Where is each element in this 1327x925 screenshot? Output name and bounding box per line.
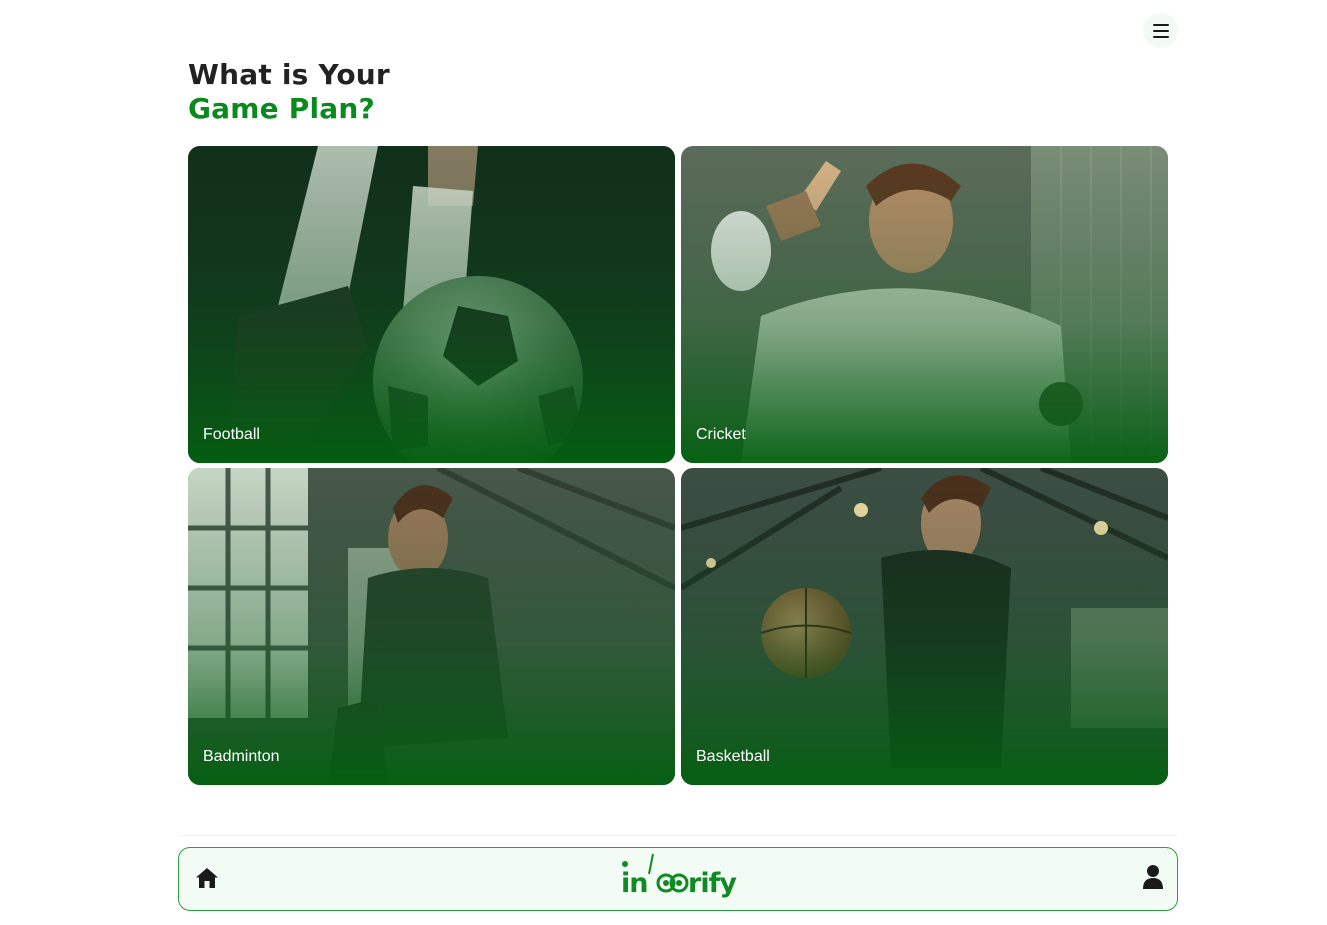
sport-card-badminton[interactable]: Badminton: [188, 468, 675, 785]
sport-card-football[interactable]: Football: [188, 146, 675, 463]
sport-card-basketball[interactable]: Basketball: [681, 468, 1168, 785]
page-title-line2: Game Plan?: [188, 92, 375, 125]
user-icon: [1143, 865, 1163, 889]
home-button[interactable]: [194, 865, 220, 891]
sport-card-label: Cricket: [696, 426, 746, 443]
profile-button[interactable]: [1142, 864, 1164, 890]
svg-text:rify: rify: [688, 868, 737, 899]
indoorify-logo-mark: in rify: [621, 853, 738, 899]
bottom-nav-divider: [178, 835, 1178, 836]
sport-card-label: Basketball: [696, 748, 770, 765]
basketball-image: [681, 468, 1168, 785]
bottom-nav: in rify: [178, 847, 1178, 911]
menu-button[interactable]: [1143, 13, 1178, 48]
sports-grid: Football Cricket Badminton Basketball: [188, 146, 1168, 785]
indoorify-logo[interactable]: in rify: [619, 852, 743, 902]
sport-card-label: Badminton: [203, 748, 280, 765]
badminton-image: [188, 468, 675, 785]
page-title-line1: What is Your: [188, 58, 390, 91]
hamburger-menu-icon: [1152, 23, 1169, 38]
cricket-image: [681, 146, 1168, 463]
sport-card-label: Football: [203, 426, 260, 443]
sport-card-cricket[interactable]: Cricket: [681, 146, 1168, 463]
home-icon: [196, 868, 218, 888]
svg-text:in: in: [621, 868, 647, 899]
page-title: What is Your Game Plan?: [188, 58, 390, 126]
football-image: [188, 146, 675, 463]
